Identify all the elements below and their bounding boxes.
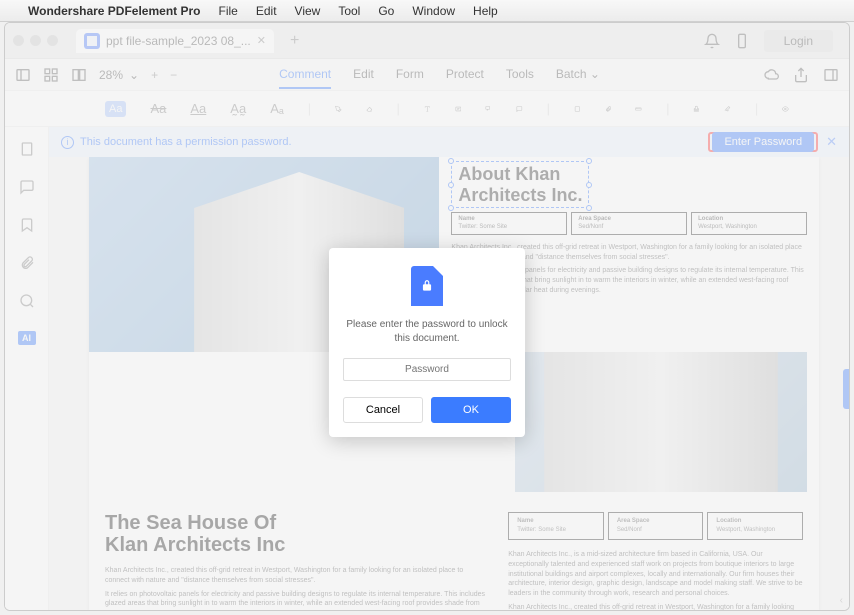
dialog-message: Please enter the password to unlock this…	[343, 318, 511, 346]
menu-view[interactable]: View	[295, 4, 321, 18]
menu-help[interactable]: Help	[473, 4, 498, 18]
macos-menubar: Wondershare PDFelement Pro File Edit Vie…	[0, 0, 854, 22]
menu-go[interactable]: Go	[378, 4, 394, 18]
menu-tool[interactable]: Tool	[338, 4, 360, 18]
lock-document-icon	[411, 266, 443, 306]
app-window: ppt file-sample_2023 08_... ✕ + Login 28…	[4, 22, 850, 611]
menu-file[interactable]: File	[219, 4, 238, 18]
menu-window[interactable]: Window	[412, 4, 455, 18]
cancel-button[interactable]: Cancel	[343, 397, 423, 423]
app-name[interactable]: Wondershare PDFelement Pro	[28, 4, 201, 18]
password-dialog: Please enter the password to unlock this…	[329, 248, 525, 437]
ok-button[interactable]: OK	[431, 397, 511, 423]
password-input[interactable]	[343, 358, 511, 381]
menu-edit[interactable]: Edit	[256, 4, 277, 18]
